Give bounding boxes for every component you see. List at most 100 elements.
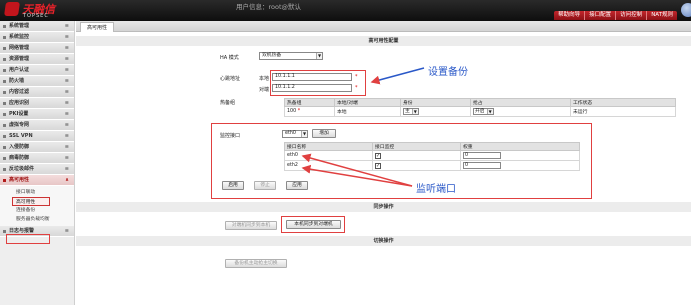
sidebar-item-label: SSL VPN <box>9 133 33 139</box>
iface-monitor-checkbox[interactable]: ✓ <box>375 152 381 159</box>
sidebar-item-firewall[interactable]: 防火墙 ≡ <box>0 76 74 87</box>
role-select[interactable]: 主 ▼ <box>403 108 419 115</box>
preempt-select[interactable]: 开启 ▼ <box>473 108 494 115</box>
help-orb-icon[interactable] <box>681 3 691 17</box>
chevron-down-icon: ▼ <box>301 131 307 137</box>
sync-local-to-peer-button[interactable]: 本机同步到对端机 <box>286 220 341 229</box>
chevron-down-icon: ≡ <box>64 56 69 62</box>
sidebar-item-network[interactable]: 网络管理 ≡ <box>0 43 74 54</box>
sidebar: 系统管理 ≡ 系统监控 ≡ 网络管理 ≡ 资源管理 ≡ 用户认证 ≡ 防火墙 ≡ 内容过滤 ≡… <box>0 21 75 305</box>
hot-standby-group-label: 热备组 <box>220 100 236 106</box>
sidebar-item-label: 系统管理 <box>9 23 30 29</box>
sync-peer-to-local-button[interactable]: 对端机同步到本机 <box>225 221 277 230</box>
section-title-sync: 同步操作 <box>76 202 691 212</box>
apply-button[interactable]: 应用 <box>286 181 308 190</box>
role-value: 主 <box>405 109 410 114</box>
group-status-cell: 未运行 <box>570 106 676 117</box>
logo-mark-icon <box>4 2 20 16</box>
sidebar-item-ips[interactable]: 入侵防御 ≡ <box>0 142 74 153</box>
chevron-down-icon: ≡ <box>64 45 69 51</box>
nav-access-control[interactable]: 访问控制 <box>616 11 648 20</box>
group-id-cell: 100 * <box>284 106 335 117</box>
chevron-down-icon: ≡ <box>64 78 69 84</box>
iface-name-cell: eth2 <box>284 160 373 171</box>
add-interface-button[interactable]: 增加 <box>312 129 336 138</box>
sidebar-item-app-identify[interactable]: 应用识别 ≡ <box>0 98 74 109</box>
table-header-row: 接口名称 接口监控 权重 <box>284 142 580 151</box>
col-preempt: 抢占 <box>470 98 571 107</box>
sidebar-item-label: 用户认证 <box>9 67 30 73</box>
stop-button[interactable]: 停止 <box>254 181 276 190</box>
iface-weight-cell: 0 <box>460 160 580 171</box>
bullet-icon <box>3 69 6 72</box>
chevron-down-icon: ▼ <box>411 109 418 114</box>
sidebar-highlight-box <box>6 234 50 244</box>
sidebar-item-antivirus[interactable]: 病毒防御 ≡ <box>0 153 74 164</box>
chevron-down-icon: ≡ <box>64 122 69 128</box>
sidebar-item-label: 高可用性 <box>9 177 30 183</box>
col-iface-monitor: 接口监控 <box>372 142 461 151</box>
sidebar-item-label: 内容过滤 <box>9 89 30 95</box>
sidebar-item-content-filter[interactable]: 内容过滤 ≡ <box>0 87 74 98</box>
col-group: 热备组 <box>284 98 335 107</box>
nav-nat-rules[interactable]: NAT规则 <box>647 11 677 20</box>
chevron-down-icon: ≡ <box>64 34 69 40</box>
iface-weight-input[interactable]: 0 <box>463 152 501 159</box>
ha-mode-value: 双机热备 <box>262 53 282 58</box>
nav-help-wizard[interactable]: 帮助向导 <box>554 11 586 20</box>
chevron-down-icon: ≡ <box>64 155 69 161</box>
sidebar-item-label: PKI设置 <box>9 111 29 117</box>
table-row: eth2 ✓ 0 <box>284 160 580 171</box>
table-row: eth0 ✓ 0 <box>284 150 580 161</box>
sidebar-item-user-auth[interactable]: 用户认证 ≡ <box>0 65 74 76</box>
chevron-down-icon: ▼ <box>486 109 493 114</box>
nav-interface-config[interactable]: 接口配置 <box>585 11 617 20</box>
app-window: 天融信 TOPSEC 用户信息：root@默认 帮助向导 接口配置 访问控制 N… <box>0 0 691 305</box>
col-iface-name: 接口名称 <box>284 142 373 151</box>
bullet-icon <box>3 113 6 116</box>
subitem-server-load-balance[interactable]: 服务器负载均衡 <box>0 215 74 224</box>
ha-mode-label: HA 模式 <box>220 55 239 61</box>
table-row: 100 * 本地 主 ▼ 开启 ▼ 未运行 <box>284 106 676 117</box>
col-role: 身份 <box>400 98 471 107</box>
iface-weight-input[interactable]: 0 <box>463 162 501 169</box>
sidebar-item-system[interactable]: 系统管理 ≡ <box>0 21 74 32</box>
ha-mode-select[interactable]: 双机热备 ▼ <box>259 52 323 60</box>
chevron-down-icon: ≡ <box>64 89 69 95</box>
sidebar-item-vpn[interactable]: 虚拟专网 ≡ <box>0 120 74 131</box>
active-switch-button[interactable]: 备份机主动抢主切换 <box>225 259 287 268</box>
chevron-down-icon: ≡ <box>64 100 69 106</box>
required-mark: * <box>297 109 301 114</box>
chevron-down-icon: ≡ <box>64 67 69 73</box>
sidebar-item-monitor[interactable]: 系统监控 ≡ <box>0 32 74 43</box>
bullet-icon <box>3 230 6 233</box>
chevron-down-icon: ≡ <box>64 144 69 150</box>
bullet-icon <box>3 91 6 94</box>
col-side: 本地/对端 <box>334 98 401 107</box>
monitor-interface-select[interactable]: eth0 ▼ <box>282 130 308 138</box>
subitem-high-availability[interactable]: 高可用性 <box>12 197 50 206</box>
sidebar-item-resources[interactable]: 资源管理 ≡ <box>0 54 74 65</box>
main-panel: 高可用性 高可用性配置 HA 模式 双机热备 ▼ 心跳地址 本地 10.1.1.… <box>76 21 691 305</box>
iface-monitor-checkbox[interactable]: ✓ <box>375 162 381 169</box>
iface-name-cell: eth0 <box>284 150 373 161</box>
group-role-cell: 主 ▼ <box>400 106 471 117</box>
subitem-interface-linkage[interactable]: 接口联动 <box>0 188 74 197</box>
sidebar-item-pki[interactable]: PKI设置 ≡ <box>0 109 74 120</box>
sidebar-item-ssl-vpn[interactable]: SSL VPN ≡ <box>0 131 74 142</box>
section-title-config: 高可用性配置 <box>76 36 691 46</box>
enable-button[interactable]: 启用 <box>222 181 244 190</box>
sidebar-item-antispam[interactable]: 反垃圾邮件 ≡ <box>0 164 74 175</box>
chevron-down-icon: ▼ <box>316 53 322 59</box>
tab-high-availability[interactable]: 高可用性 <box>80 22 115 32</box>
preempt-value: 开启 <box>475 109 485 114</box>
section-title-switch: 切换操作 <box>76 236 691 246</box>
sidebar-item-high-availability[interactable]: 高可用性 ∧ <box>0 175 74 186</box>
subitem-connection-backup[interactable]: 连接备份 <box>0 206 74 215</box>
sidebar-item-label: 资源管理 <box>9 56 30 62</box>
bullet-icon <box>3 168 6 171</box>
chevron-down-icon: ≡ <box>64 133 69 139</box>
group-side-cell: 本地 <box>334 106 401 117</box>
iface-monitor-cell: ✓ <box>372 160 461 171</box>
bullet-icon <box>3 102 6 105</box>
